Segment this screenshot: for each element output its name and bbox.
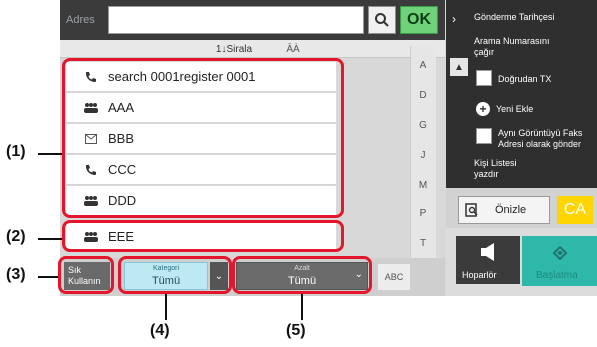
callout-label-2: (2) <box>6 228 26 245</box>
call-number-item[interactable]: Arama Numarasını çağır <box>474 36 558 58</box>
index-letter-p[interactable]: P <box>410 208 436 219</box>
az-toggle-button[interactable]: ĀÀ <box>280 40 306 58</box>
screen-stage: Adres OK 1↓Sirala ĀÀ search 0001register… <box>0 0 597 347</box>
history-item[interactable]: Gönderme Tarihçesi <box>474 12 594 23</box>
search-icon <box>375 13 389 27</box>
chevron-right-icon[interactable]: › <box>452 12 456 26</box>
ok-button[interactable]: OK <box>400 6 438 34</box>
callout-label-4: (4) <box>150 322 170 339</box>
preview-button[interactable]: Önizle <box>458 196 550 224</box>
start-icon <box>552 245 568 265</box>
callout-box-3 <box>58 256 114 294</box>
same-image-fax-label: Aynı Görüntüyü Faks Adresi olarak gönder <box>498 128 583 149</box>
sort-button[interactable]: 1↓Sirala <box>212 40 256 58</box>
clear-all-button[interactable]: CA <box>557 196 593 224</box>
leader-line-1 <box>38 153 62 155</box>
callout-box-1 <box>62 58 344 218</box>
callout-label-3: (3) <box>6 266 26 283</box>
index-letter-t[interactable]: T <box>410 238 436 249</box>
leader-line-5 <box>301 294 303 320</box>
direct-tx-label: Doğrudan TX <box>498 74 552 84</box>
leader-line-3 <box>38 276 58 278</box>
speaker-icon <box>480 242 496 267</box>
speaker-label: Hoparlör <box>462 270 497 280</box>
panel-strip <box>446 0 468 188</box>
index-letter-g[interactable]: G <box>410 120 436 131</box>
callout-label-1: (1) <box>6 143 26 160</box>
index-letter-d[interactable]: D <box>410 90 436 101</box>
abc-button[interactable]: ABC <box>378 264 410 290</box>
start-label: Başlatma <box>536 270 578 281</box>
index-letter-a[interactable]: A <box>410 60 436 71</box>
callout-box-5 <box>232 256 372 294</box>
index-letter-j[interactable]: J <box>410 150 436 161</box>
address-label: Adres <box>66 14 95 26</box>
callout-label-5: (5) <box>286 322 306 339</box>
callout-box-4 <box>118 256 232 294</box>
leader-line-2 <box>38 238 62 240</box>
plus-icon[interactable]: + <box>476 102 490 116</box>
print-list-item[interactable]: Kişi Listesi yazdır <box>474 158 534 180</box>
callout-box-2 <box>62 220 344 252</box>
speaker-button[interactable]: Hoparlör <box>456 236 520 284</box>
preview-label: Önizle <box>495 204 527 216</box>
add-new-label[interactable]: Yeni Ekle <box>496 104 597 115</box>
start-button[interactable]: Başlatma <box>522 236 597 286</box>
address-input[interactable] <box>108 6 364 34</box>
direct-tx-checkbox[interactable] <box>476 70 492 86</box>
leader-line-4 <box>165 294 167 320</box>
same-image-fax-checkbox[interactable] <box>476 128 492 144</box>
chevron-up-icon[interactable]: ▲ <box>450 58 468 76</box>
preview-icon <box>465 203 479 220</box>
search-button[interactable] <box>368 6 396 34</box>
index-letter-m[interactable]: M <box>410 180 436 191</box>
